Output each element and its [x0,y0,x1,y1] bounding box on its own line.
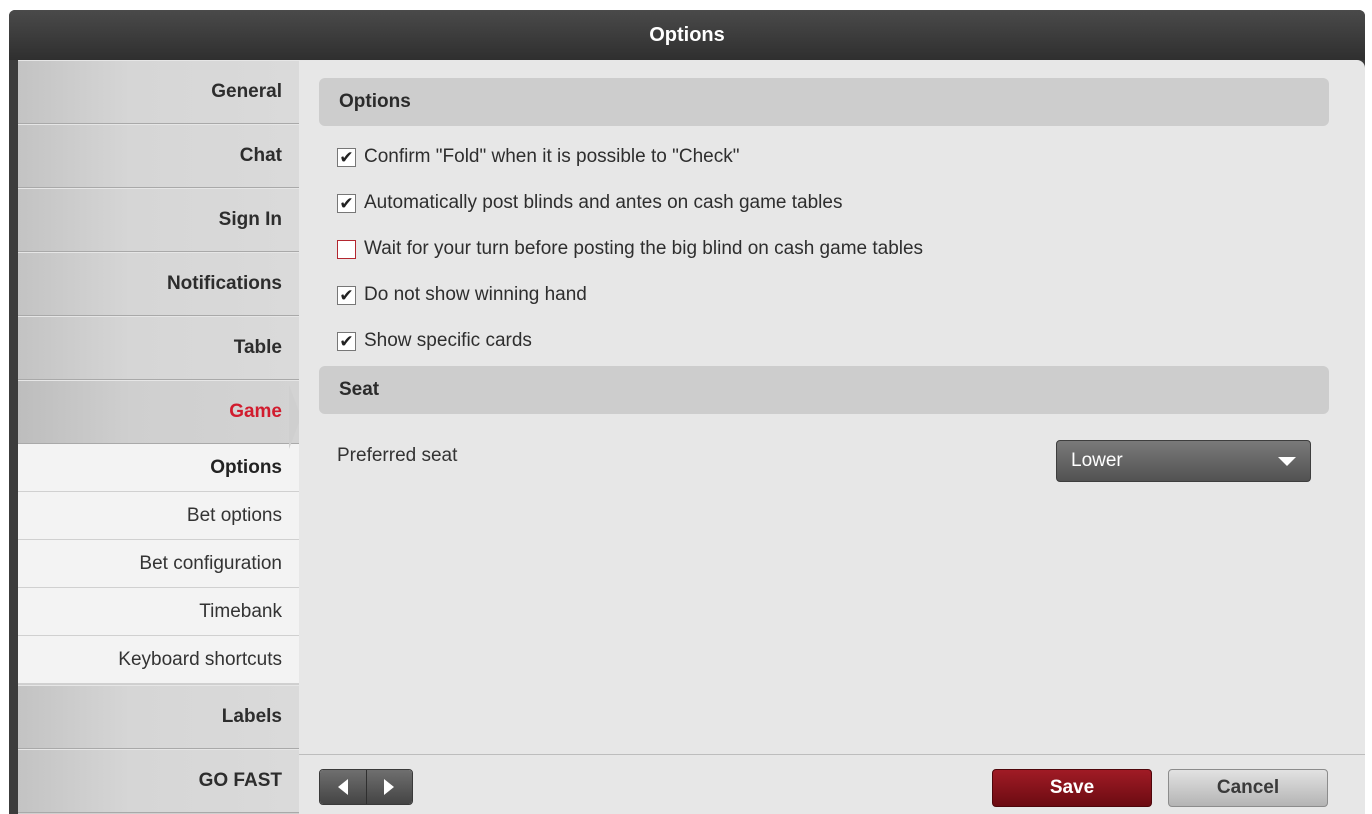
sidebar-subitem-options[interactable]: Options [18,444,299,492]
sidebar-item-chat[interactable]: Chat [18,124,299,188]
caret-down-icon [1278,457,1296,466]
sidebar: General Chat Sign In Notifications Table… [18,60,299,814]
sidebar-item-notifications[interactable]: Notifications [18,252,299,316]
section-header-options: Options [319,78,1329,126]
checkbox-checked-icon[interactable]: ✔ [337,331,356,351]
sidebar-subitem-bet-options[interactable]: Bet options [18,492,299,540]
section-header-seat: Seat [319,366,1329,414]
footer-bar: Save Cancel [299,754,1365,814]
checkbox-checked-icon[interactable]: ✔ [337,147,356,167]
prev-button[interactable] [320,770,366,804]
option-show-specific-cards[interactable]: ✔ Show specific cards [337,327,532,355]
option-confirm-fold[interactable]: ✔ Confirm "Fold" when it is possible to … [337,143,739,171]
sidebar-subitem-keyboard-shortcuts[interactable]: Keyboard shortcuts [18,636,299,684]
option-wait-big-blind[interactable]: Wait for your turn before posting the bi… [337,235,923,263]
option-label: Wait for your turn before posting the bi… [364,238,924,259]
checkbox-checked-icon[interactable]: ✔ [337,285,356,305]
option-label: Do not show winning hand [364,284,587,305]
options-window: Options General Chat Sign In Notificatio… [9,10,1365,814]
cancel-button[interactable]: Cancel [1168,769,1328,807]
arrow-left-icon [337,779,348,795]
nav-arrows [319,769,413,805]
sidebar-item-game[interactable]: Game [18,380,299,444]
sidebar-item-sign-in[interactable]: Sign In [18,188,299,252]
preferred-seat-value: Lower [1071,450,1123,471]
checkbox-unchecked-icon[interactable] [337,239,356,259]
main-panel: Options ✔ Confirm "Fold" when it is poss… [299,60,1365,814]
save-button[interactable]: Save [992,769,1152,807]
sidebar-subitem-bet-configuration[interactable]: Bet configuration [18,540,299,588]
option-label: Automatically post blinds and antes on c… [364,192,843,213]
option-hide-winning-hand[interactable]: ✔ Do not show winning hand [337,281,587,309]
sidebar-item-table[interactable]: Table [18,316,299,380]
option-label: Show specific cards [364,330,532,351]
sidebar-subitem-timebank[interactable]: Timebank [18,588,299,636]
sidebar-item-general[interactable]: General [18,60,299,124]
checkbox-checked-icon[interactable]: ✔ [337,193,356,213]
option-label: Confirm "Fold" when it is possible to "C… [364,146,740,167]
preferred-seat-select[interactable]: Lower [1056,440,1311,482]
window-title: Options [9,10,1365,60]
next-button[interactable] [365,770,412,804]
sidebar-item-labels[interactable]: Labels [18,685,299,749]
arrow-right-icon [384,779,395,795]
option-auto-post-blinds[interactable]: ✔ Automatically post blinds and antes on… [337,189,842,217]
sidebar-item-go-fast[interactable]: GO FAST [18,749,299,813]
preferred-seat-label: Preferred seat [337,445,458,466]
